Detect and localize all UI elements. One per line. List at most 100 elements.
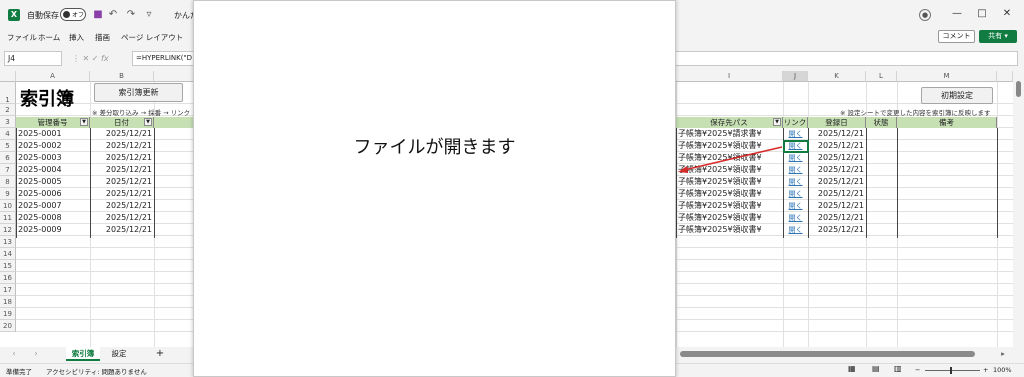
- menu-draw[interactable]: 描画: [95, 32, 110, 43]
- row-header[interactable]: 1: [0, 82, 16, 104]
- cell-save-path: 子帳簿¥2025¥領収書¥: [678, 177, 762, 186]
- pointer-arrow-icon: [678, 146, 783, 173]
- update-index-button[interactable]: 索引簿更新: [94, 83, 183, 102]
- cell-date: 2025/12/21: [105, 201, 152, 210]
- cell-date: 2025/12/21: [105, 189, 152, 198]
- row-header[interactable]: 2: [0, 104, 16, 116]
- row-header[interactable]: 11: [0, 212, 16, 224]
- fx-icon[interactable]: fx: [101, 54, 109, 63]
- cell-save-path: 子帳簿¥2025¥請求書¥: [678, 129, 762, 138]
- cell-date: 2025/12/21: [105, 153, 152, 162]
- filter-dropdown-icon[interactable]: ▼: [144, 118, 152, 126]
- cell-reg-date: 2025/12/21: [817, 213, 864, 222]
- cell-date: 2025/12/21: [105, 141, 152, 150]
- page-layout-view-icon[interactable]: ▤: [872, 364, 880, 373]
- cell-date: 2025/12/21: [105, 225, 152, 234]
- filter-dropdown-icon[interactable]: ▼: [773, 118, 781, 126]
- name-box[interactable]: J4: [4, 51, 62, 66]
- row-header[interactable]: 20: [0, 320, 16, 332]
- cell-kanri-number: 2025-0003: [18, 153, 62, 162]
- menu-insert[interactable]: 挿入: [69, 32, 84, 43]
- tab-settei[interactable]: 設定: [104, 347, 134, 361]
- column-header-n[interactable]: [997, 71, 1013, 82]
- column-header-m[interactable]: M: [897, 71, 997, 82]
- row-header[interactable]: 16: [0, 272, 16, 284]
- cell-date: 2025/12/21: [105, 129, 152, 138]
- column-header-j[interactable]: J: [783, 71, 808, 82]
- column-header-a[interactable]: A: [16, 71, 90, 82]
- cell-save-path: 子帳簿¥2025¥領収書¥: [678, 201, 762, 210]
- account-icon[interactable]: ●: [919, 9, 931, 21]
- row-header[interactable]: 19: [0, 308, 16, 320]
- row-header[interactable]: 7: [0, 164, 16, 176]
- note-left: ※ 差分取り込み → 採番 → リンク: [92, 109, 191, 117]
- row-header[interactable]: 5: [0, 140, 16, 152]
- row-header[interactable]: 8: [0, 176, 16, 188]
- column-header-i[interactable]: I: [676, 71, 783, 82]
- cell-kanri-number: 2025-0005: [18, 177, 62, 186]
- row-header[interactable]: 6: [0, 152, 16, 164]
- comment-button[interactable]: コメント: [938, 30, 975, 43]
- row-header[interactable]: 4: [0, 128, 16, 140]
- cell-link[interactable]: 開く: [783, 212, 808, 224]
- selected-cell-j4[interactable]: [783, 140, 809, 153]
- cell-kanri-number: 2025-0002: [18, 141, 62, 150]
- menu-home[interactable]: ホーム: [38, 32, 60, 43]
- close-button[interactable]: ✕: [996, 6, 1018, 22]
- row-header[interactable]: 13: [0, 236, 16, 248]
- page-break-view-icon[interactable]: ▥: [894, 364, 902, 373]
- tab-scroll-right-icon[interactable]: ›: [30, 347, 42, 361]
- excel-logo-icon: X: [8, 9, 20, 21]
- cell-kanri-number: 2025-0004: [18, 165, 62, 174]
- scroll-right-arrow-icon[interactable]: ▸: [998, 347, 1008, 361]
- save-icon[interactable]: ■: [91, 8, 105, 22]
- customize-qat-icon[interactable]: ▿: [142, 8, 156, 22]
- maximize-button[interactable]: □: [971, 6, 993, 22]
- cell-link[interactable]: 開く: [783, 176, 808, 188]
- row-header[interactable]: 3: [0, 116, 16, 128]
- menu-page-layout[interactable]: ページ レイアウト: [121, 32, 183, 43]
- column-header-k[interactable]: K: [808, 71, 866, 82]
- autosave-toggle[interactable]: オフ: [60, 8, 86, 21]
- header-link: リンク: [783, 117, 808, 128]
- add-sheet-button[interactable]: +: [152, 347, 168, 361]
- zoom-level[interactable]: 100%: [993, 366, 1012, 374]
- zoom-out-icon[interactable]: −: [915, 366, 920, 374]
- cell-link[interactable]: 開く: [783, 164, 808, 176]
- init-settings-button[interactable]: 初期設定: [921, 87, 993, 104]
- redo-icon[interactable]: ↷: [124, 8, 138, 22]
- row-header[interactable]: 9: [0, 188, 16, 200]
- select-all-corner[interactable]: [0, 71, 16, 82]
- tab-scroll-left-icon[interactable]: ‹: [8, 347, 20, 361]
- row-header[interactable]: 17: [0, 284, 16, 296]
- row-header[interactable]: 14: [0, 248, 16, 260]
- vertical-scrollbar[interactable]: [1013, 71, 1024, 347]
- normal-view-icon[interactable]: ▦: [848, 364, 856, 373]
- column-header-b[interactable]: B: [90, 71, 154, 82]
- cell-link[interactable]: 開く: [783, 200, 808, 212]
- status-accessibility[interactable]: アクセシビリティ: 問題ありません: [46, 366, 147, 376]
- cell-reg-date: 2025/12/21: [817, 141, 864, 150]
- filter-dropdown-icon[interactable]: ▼: [80, 118, 88, 126]
- cell-link[interactable]: 開く: [783, 128, 808, 140]
- cell-link[interactable]: 開く: [783, 224, 808, 236]
- sheet-title: 索引簿: [20, 89, 74, 110]
- zoom-slider[interactable]: [925, 367, 980, 374]
- share-button[interactable]: 共有 ▾: [979, 30, 1017, 43]
- menu-file[interactable]: ファイル: [7, 32, 37, 43]
- row-header[interactable]: 10: [0, 200, 16, 212]
- horizontal-scroll-thumb[interactable]: [680, 351, 975, 357]
- zoom-in-icon[interactable]: +: [983, 366, 988, 374]
- scroll-thumb[interactable]: [1016, 81, 1021, 97]
- header-date: 日付 ▼: [90, 117, 154, 128]
- cell-link[interactable]: 開く: [783, 152, 808, 164]
- row-header[interactable]: 12: [0, 224, 16, 236]
- cell-link[interactable]: 開く: [783, 188, 808, 200]
- row-header[interactable]: 15: [0, 260, 16, 272]
- column-header-l[interactable]: L: [866, 71, 897, 82]
- tab-sakuinbo[interactable]: 索引簿: [66, 347, 100, 361]
- minimize-button[interactable]: —: [946, 6, 968, 22]
- row-header[interactable]: 18: [0, 296, 16, 308]
- cell-reg-date: 2025/12/21: [817, 153, 864, 162]
- undo-icon[interactable]: ↶: [106, 8, 120, 22]
